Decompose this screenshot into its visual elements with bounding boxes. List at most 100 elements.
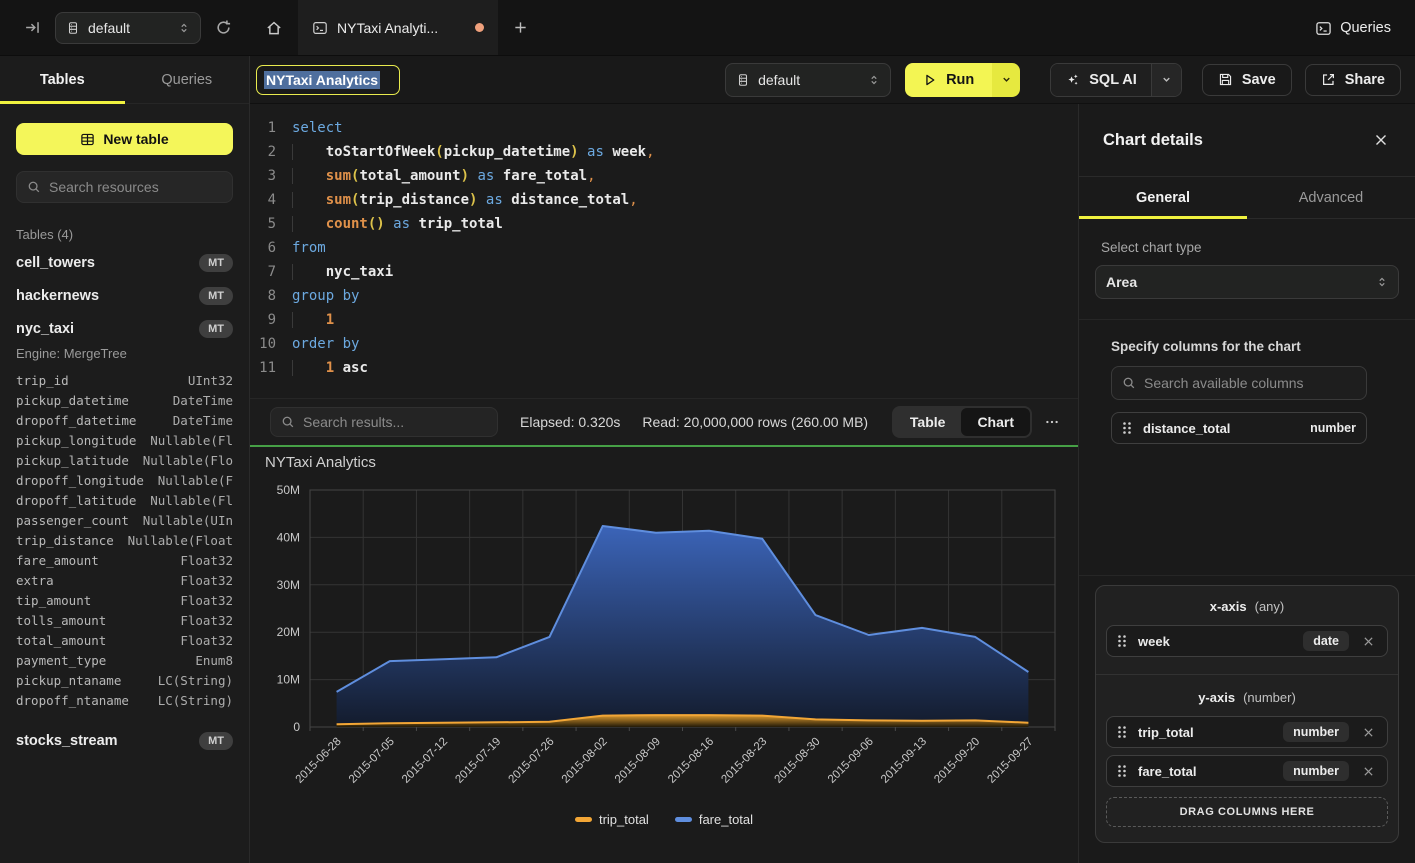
column-row[interactable]: passenger_count Nullable(UIn [16, 510, 233, 530]
line-number: 1 [250, 116, 276, 140]
legend-item-fare_total[interactable]: fare_total [675, 812, 753, 827]
share-label: Share [1345, 72, 1385, 88]
column-row[interactable]: trip_distance Nullable(Float [16, 530, 233, 550]
home-tab[interactable] [250, 0, 298, 55]
column-item-trip_total[interactable]: trip_total number [1106, 716, 1388, 748]
column-row[interactable]: dropoff_latitude Nullable(Fl [16, 490, 233, 510]
run-database-select[interactable]: default [725, 63, 891, 97]
search-results-input[interactable] [303, 414, 487, 430]
remove-column-icon[interactable] [1360, 633, 1377, 650]
view-tab-table[interactable]: Table [894, 408, 962, 436]
column-row[interactable]: tolls_amount Float32 [16, 610, 233, 630]
legend-label: fare_total [699, 812, 753, 827]
table-row[interactable]: hackernews MT [16, 279, 233, 312]
collapse-sidebar-icon[interactable] [20, 15, 45, 40]
column-type: LC(String) [158, 693, 233, 708]
x-axis-header: x-axis(any) [1106, 599, 1388, 614]
new-table-button[interactable]: New table [16, 123, 233, 155]
x-tick-label: 2015-06-28 [294, 736, 344, 786]
column-type: Float32 [180, 573, 233, 588]
column-type: DateTime [173, 413, 233, 428]
table-row[interactable]: stocks_stream MT [16, 724, 233, 757]
code-line: 5 count() as trip_total [250, 212, 1078, 236]
y-axis-label: y-axis [1198, 690, 1235, 705]
drag-handle-icon[interactable] [1117, 634, 1127, 648]
column-row[interactable]: pickup_longitude Nullable(Fl [16, 430, 233, 450]
query-title-input[interactable]: NYTaxi Analytics [256, 65, 400, 95]
column-row[interactable]: trip_id UInt32 [16, 370, 233, 390]
table-row[interactable]: cell_towers MT [16, 246, 233, 279]
column-name: tolls_amount [16, 613, 106, 628]
column-row[interactable]: extra Float32 [16, 570, 233, 590]
tab-advanced[interactable]: Advanced [1247, 177, 1415, 218]
query-tab[interactable]: NYTaxi Analyti... [298, 0, 498, 55]
code-text: select [292, 116, 343, 140]
drag-handle-icon[interactable] [1117, 764, 1127, 778]
column-row[interactable]: pickup_ntaname LC(String) [16, 670, 233, 690]
panel-divider [1079, 319, 1415, 320]
column-item-fare_total[interactable]: fare_total number [1106, 755, 1388, 787]
column-row[interactable]: tip_amount Float32 [16, 590, 233, 610]
run-button[interactable]: Run [905, 63, 992, 97]
more-options-icon[interactable] [1044, 414, 1060, 430]
column-row[interactable]: pickup_datetime DateTime [16, 390, 233, 410]
sql-ai-button[interactable]: SQL AI [1051, 64, 1151, 96]
x-tick-label: 2015-07-05 [347, 736, 397, 786]
column-item-distance_total[interactable]: distance_total number [1111, 412, 1367, 444]
column-type-badge: date [1303, 631, 1349, 651]
code-text: count() as trip_total [292, 212, 503, 236]
save-button[interactable]: Save [1202, 64, 1292, 96]
column-item-name: distance_total [1143, 421, 1299, 436]
column-row[interactable]: dropoff_ntaname LC(String) [16, 690, 233, 710]
view-tab-chart[interactable]: Chart [961, 408, 1030, 436]
run-options-button[interactable] [992, 63, 1020, 97]
legend-item-trip_total[interactable]: trip_total [575, 812, 649, 827]
y-tick-label: 40M [277, 530, 300, 544]
search-columns-input[interactable] [1144, 375, 1356, 391]
column-item-week[interactable]: week date [1106, 625, 1388, 657]
refresh-icon[interactable] [211, 15, 236, 40]
close-icon[interactable] [1371, 130, 1391, 150]
queries-button[interactable]: Queries [1315, 0, 1391, 56]
new-tab-button[interactable] [498, 0, 542, 55]
drag-handle-icon[interactable] [1117, 725, 1127, 739]
sidebar-tab-queries[interactable]: Queries [125, 56, 250, 103]
sidebar: Tables Queries New table Tables (4) cell… [0, 56, 250, 863]
remove-column-icon[interactable] [1360, 763, 1377, 780]
play-icon [923, 73, 937, 87]
axis-config-box: x-axis(any) week date y-axis(number) [1095, 585, 1399, 843]
elapsed-stat: Elapsed: 0.320s [520, 414, 620, 430]
share-button[interactable]: Share [1305, 64, 1401, 96]
column-type-badge: number [1283, 722, 1349, 742]
topbar-left: default [0, 0, 250, 55]
tab-general[interactable]: General [1079, 177, 1247, 218]
code-text: toStartOfWeek(pickup_datetime) as week, [292, 140, 655, 164]
sql-editor[interactable]: 1select2 toStartOfWeek(pickup_datetime) … [250, 104, 1078, 398]
drop-columns-zone[interactable]: DRAG COLUMNS HERE [1106, 797, 1388, 827]
column-type: Nullable(UIn [143, 513, 233, 528]
table-row[interactable]: nyc_taxi MT [16, 312, 233, 345]
column-row[interactable]: pickup_latitude Nullable(Flo [16, 450, 233, 470]
database-select[interactable]: default [55, 12, 201, 44]
code-text: sum(total_amount) as fare_total, [292, 164, 596, 188]
column-row[interactable]: total_amount Float32 [16, 630, 233, 650]
x-tick-label: 2015-07-12 [400, 736, 450, 786]
search-icon [1122, 376, 1136, 390]
drag-handle-icon[interactable] [1122, 421, 1132, 435]
column-row[interactable]: fare_amount Float32 [16, 550, 233, 570]
column-row[interactable]: dropoff_datetime DateTime [16, 410, 233, 430]
column-item-name: week [1138, 634, 1292, 649]
tables-list: cell_towers MThackernews MTnyc_taxi MTEn… [16, 246, 233, 757]
remove-column-icon[interactable] [1360, 724, 1377, 741]
available-columns-list: distance_total number [1095, 412, 1399, 444]
search-resources-input[interactable] [49, 179, 222, 195]
chart-type-select[interactable]: Area [1095, 265, 1399, 299]
column-row[interactable]: dropoff_longitude Nullable(F [16, 470, 233, 490]
x-tick-label: 2015-08-23 [719, 736, 769, 786]
read-stat: Read: 20,000,000 rows (260.00 MB) [642, 414, 868, 430]
column-row[interactable]: payment_type Enum8 [16, 650, 233, 670]
table-name: hackernews [16, 288, 99, 304]
sidebar-tab-tables[interactable]: Tables [0, 56, 125, 103]
sql-ai-options-button[interactable] [1151, 64, 1181, 96]
search-icon [281, 415, 295, 429]
